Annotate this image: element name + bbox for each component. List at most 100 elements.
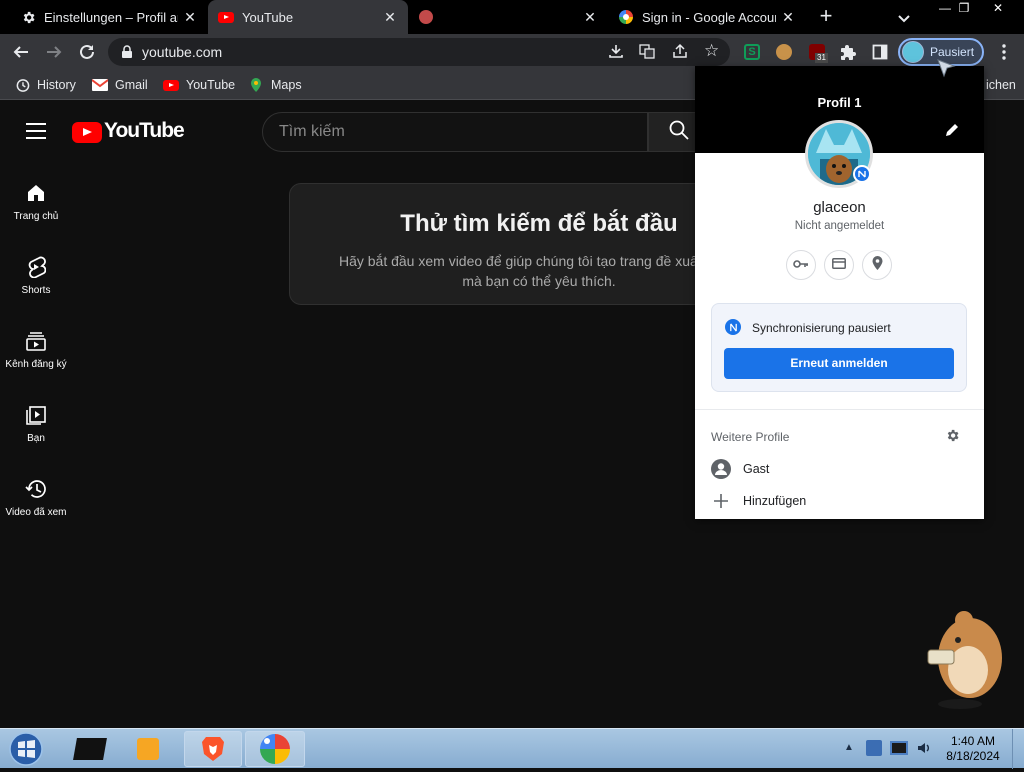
home-icon <box>24 181 48 205</box>
tab-title: Einstellungen – Profil anpassen <box>44 9 178 25</box>
show-hidden-icons[interactable]: ▲ <box>844 742 854 753</box>
brave-icon <box>202 737 224 761</box>
bookmark-label: YouTube <box>186 78 236 92</box>
search-box <box>262 112 648 152</box>
start-button[interactable] <box>6 731 46 767</box>
avatar <box>902 41 924 63</box>
nav-label: Trang chủ <box>13 211 59 222</box>
bookmark-label: History <box>37 78 76 92</box>
manage-profiles-gear-icon[interactable] <box>945 428 961 444</box>
bookmark-maps[interactable]: Maps <box>248 76 302 94</box>
passwords-key-button[interactable] <box>786 250 816 280</box>
nav-item-you[interactable]: Bạn <box>0 395 72 457</box>
new-tab-button[interactable]: + <box>814 5 838 29</box>
tab-search-icon[interactable] <box>894 8 914 28</box>
terminal-icon <box>73 738 107 760</box>
sync-paused-icon <box>725 319 741 335</box>
close-tab-icon[interactable]: ✕ <box>780 9 796 26</box>
install-app-icon[interactable] <box>608 43 624 64</box>
close-tab-icon[interactable]: ✕ <box>182 9 198 26</box>
close-tab-icon[interactable]: ✕ <box>582 9 598 26</box>
history-icon <box>24 477 48 501</box>
tab-obscured[interactable]: ✕ <box>408 0 608 34</box>
gmail-icon <box>92 77 108 93</box>
nav-label: Bạn <box>27 433 45 444</box>
add-profile-item[interactable]: Hinzufügen <box>711 490 806 512</box>
credit-card-icon <box>832 256 846 274</box>
nav-label: Kênh đăng ký <box>5 359 67 370</box>
you-icon <box>24 403 48 427</box>
extensions-puzzle-icon[interactable] <box>836 40 860 64</box>
taskbar-app-media-player[interactable] <box>124 731 172 767</box>
bookmark-youtube[interactable]: YouTube <box>163 76 235 94</box>
subscriptions-icon <box>24 329 48 353</box>
translate-icon[interactable] <box>639 43 655 64</box>
cookie-icon[interactable] <box>772 40 796 64</box>
divider <box>695 409 984 410</box>
payment-methods-button[interactable] <box>824 250 854 280</box>
bookmark-history[interactable]: History <box>14 76 76 94</box>
youtube-icon <box>218 9 234 25</box>
mouse-cursor-icon <box>936 58 956 80</box>
nav-item-subscriptions[interactable]: Kênh đăng ký <box>0 321 72 383</box>
sign-in-again-button[interactable]: Erneut anmelden <box>724 348 954 379</box>
chrome-icon <box>260 734 290 764</box>
sync-message: Synchronisierung pausiert <box>752 321 891 335</box>
tab-settings[interactable]: Einstellungen – Profil anpassen ✕ <box>10 0 208 34</box>
bookmark-gmail[interactable]: Gmail <box>92 76 148 94</box>
side-panel-icon[interactable] <box>868 40 892 64</box>
forward-icon[interactable] <box>42 40 66 64</box>
guest-profile-item[interactable]: Gast <box>711 458 769 480</box>
restore-icon[interactable]: ❐ <box>949 0 979 18</box>
youtube-logo-text: YouTube <box>104 119 185 142</box>
edit-pencil-icon[interactable] <box>945 123 961 139</box>
tab-youtube[interactable]: YouTube ✕ <box>208 0 408 34</box>
close-tab-icon[interactable]: ✕ <box>382 9 398 26</box>
hamster-pet-image <box>920 606 1006 710</box>
profile-menu-title: Profil 1 <box>817 95 862 110</box>
bookmark-label: Maps <box>271 78 302 92</box>
address-bar[interactable]: youtube.com ☆ <box>108 38 730 66</box>
nav-item-shorts[interactable]: Shorts <box>0 247 72 309</box>
bookmarks-overflow[interactable]: ichen <box>986 76 1016 94</box>
nav-label: Shorts <box>21 285 51 296</box>
sync-status-box: Synchronisierung pausiert Erneut anmelde… <box>711 303 967 392</box>
bookmark-label: Gmail <box>115 78 148 92</box>
search-input[interactable] <box>263 113 647 151</box>
bookmark-star-icon[interactable]: ☆ <box>704 42 719 59</box>
addresses-button[interactable] <box>862 250 892 280</box>
lock-icon <box>120 45 134 59</box>
hamburger-menu-icon[interactable] <box>26 123 46 139</box>
close-window-icon[interactable]: ✕ <box>980 0 1016 18</box>
tray-network-icon[interactable] <box>866 740 882 756</box>
tab-google-signin[interactable]: Sign in - Google Accounts ✕ <box>608 0 806 34</box>
taskbar-app-terminal[interactable] <box>66 731 114 767</box>
youtube-icon <box>163 77 179 93</box>
search-icon <box>669 120 689 145</box>
taskbar-app-chrome[interactable] <box>245 731 305 767</box>
chrome-menu-icon[interactable] <box>992 40 1016 64</box>
browser-toolbar: youtube.com ☆ S 31 Pausiert <box>0 34 1024 70</box>
empty-state-text: Hãy bắt đầu xem video để giúp chúng tôi … <box>338 253 740 289</box>
address-text: youtube.com <box>142 44 223 60</box>
nav-item-home[interactable]: Trang chủ <box>0 173 72 235</box>
profile-status: Nicht angemeldet <box>794 220 885 232</box>
tray-display-icon[interactable] <box>890 741 908 755</box>
gear-icon <box>20 9 36 25</box>
tab-strip: Einstellungen – Profil anpassen ✕ YouTub… <box>0 0 1024 34</box>
back-icon[interactable] <box>9 40 33 64</box>
clock-date: 8/18/2024 <box>946 749 1000 763</box>
nav-item-history[interactable]: Video đã xem <box>0 469 72 531</box>
reload-icon[interactable] <box>75 40 99 64</box>
taskbar-app-brave[interactable] <box>184 731 242 767</box>
ublock-icon[interactable]: 31 <box>805 40 829 64</box>
guest-label: Gast <box>743 462 770 476</box>
history-icon <box>14 77 30 93</box>
share-icon[interactable] <box>672 43 688 64</box>
extension-s-icon[interactable]: S <box>740 40 764 64</box>
sync-paused-badge-icon <box>853 165 871 183</box>
tray-volume-icon[interactable] <box>916 740 932 756</box>
show-desktop-button[interactable] <box>1012 729 1024 769</box>
system-clock[interactable]: 1:40 AM 8/18/2024 <box>938 734 1008 764</box>
youtube-logo-icon <box>72 122 102 143</box>
